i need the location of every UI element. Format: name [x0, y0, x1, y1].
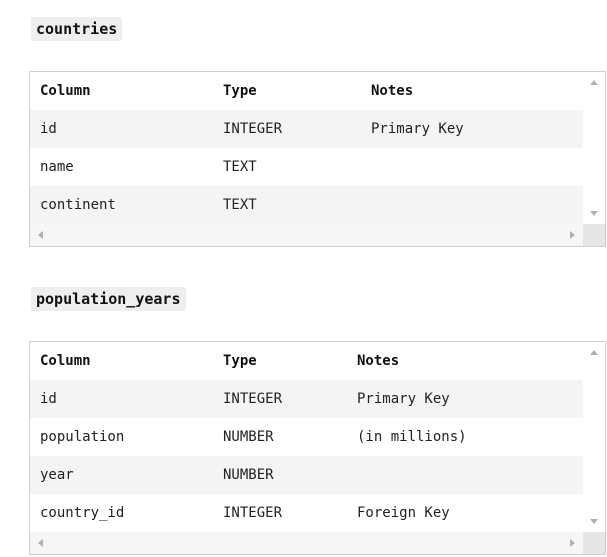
column-header-column: Column	[40, 83, 91, 99]
cell-notes: (in millions)	[357, 429, 467, 445]
table-row: country_id INTEGER Foreign Key	[30, 494, 583, 532]
column-header-notes: Notes	[357, 353, 400, 369]
scroll-up-icon[interactable]	[590, 350, 598, 355]
scroll-right-icon[interactable]	[570, 231, 575, 239]
cell-notes: Primary Key	[347, 380, 583, 418]
scrollbar-corner	[583, 224, 605, 246]
cell-column: id	[30, 110, 213, 148]
cell-notes: Foreign Key	[357, 505, 450, 521]
population-years-table: Column Type Notes id INTEGER Primary Key…	[30, 342, 583, 532]
cell-column: year	[30, 456, 213, 494]
cell-column: name	[40, 159, 74, 175]
cell-notes	[347, 456, 583, 494]
table-row: id INTEGER Primary Key	[30, 110, 583, 148]
column-header-type: Type	[223, 83, 257, 99]
countries-table-container[interactable]: Column Type Notes id INTEGER Primary Key…	[29, 71, 606, 247]
table-header-row: Column Type Notes	[30, 72, 583, 110]
cell-column: id	[30, 380, 213, 418]
scroll-down-icon[interactable]	[590, 519, 598, 524]
scroll-left-icon[interactable]	[38, 231, 43, 239]
population-years-table-container[interactable]: Column Type Notes id INTEGER Primary Key…	[29, 341, 606, 555]
scroll-left-icon[interactable]	[38, 539, 43, 547]
vertical-scrollbar[interactable]	[583, 342, 605, 532]
cell-type: INTEGER	[223, 505, 283, 521]
table-row: name TEXT	[30, 148, 583, 186]
vertical-scrollbar[interactable]	[583, 72, 605, 224]
scrollbar-corner	[583, 532, 605, 554]
table-header-row: Column Type Notes	[30, 342, 583, 380]
scroll-up-icon[interactable]	[590, 80, 598, 85]
table-title-countries: countries	[31, 17, 123, 41]
cell-type: NUMBER	[213, 456, 347, 494]
cell-column: population	[40, 429, 125, 445]
cell-notes: Primary Key	[361, 110, 583, 148]
table-row: continent TEXT	[30, 186, 583, 224]
column-header-type: Type	[223, 353, 257, 369]
cell-notes	[361, 186, 583, 224]
column-header-notes: Notes	[371, 83, 414, 99]
horizontal-scrollbar[interactable]	[30, 224, 583, 246]
cell-type: TEXT	[223, 159, 257, 175]
scroll-right-icon[interactable]	[570, 539, 575, 547]
cell-type: NUMBER	[223, 429, 274, 445]
cell-notes	[361, 148, 583, 186]
cell-column: continent	[30, 186, 213, 224]
scroll-down-icon[interactable]	[590, 211, 598, 216]
cell-type: INTEGER	[213, 380, 347, 418]
cell-type: TEXT	[213, 186, 361, 224]
countries-table: Column Type Notes id INTEGER Primary Key…	[30, 72, 583, 224]
horizontal-scrollbar[interactable]	[30, 532, 583, 554]
cell-type: INTEGER	[213, 110, 361, 148]
column-header-column: Column	[40, 353, 91, 369]
table-row: id INTEGER Primary Key	[30, 380, 583, 418]
table-title-population-years: population_years	[31, 287, 186, 311]
table-row: year NUMBER	[30, 456, 583, 494]
table-row: population NUMBER (in millions)	[30, 418, 583, 456]
cell-column: country_id	[40, 505, 125, 521]
